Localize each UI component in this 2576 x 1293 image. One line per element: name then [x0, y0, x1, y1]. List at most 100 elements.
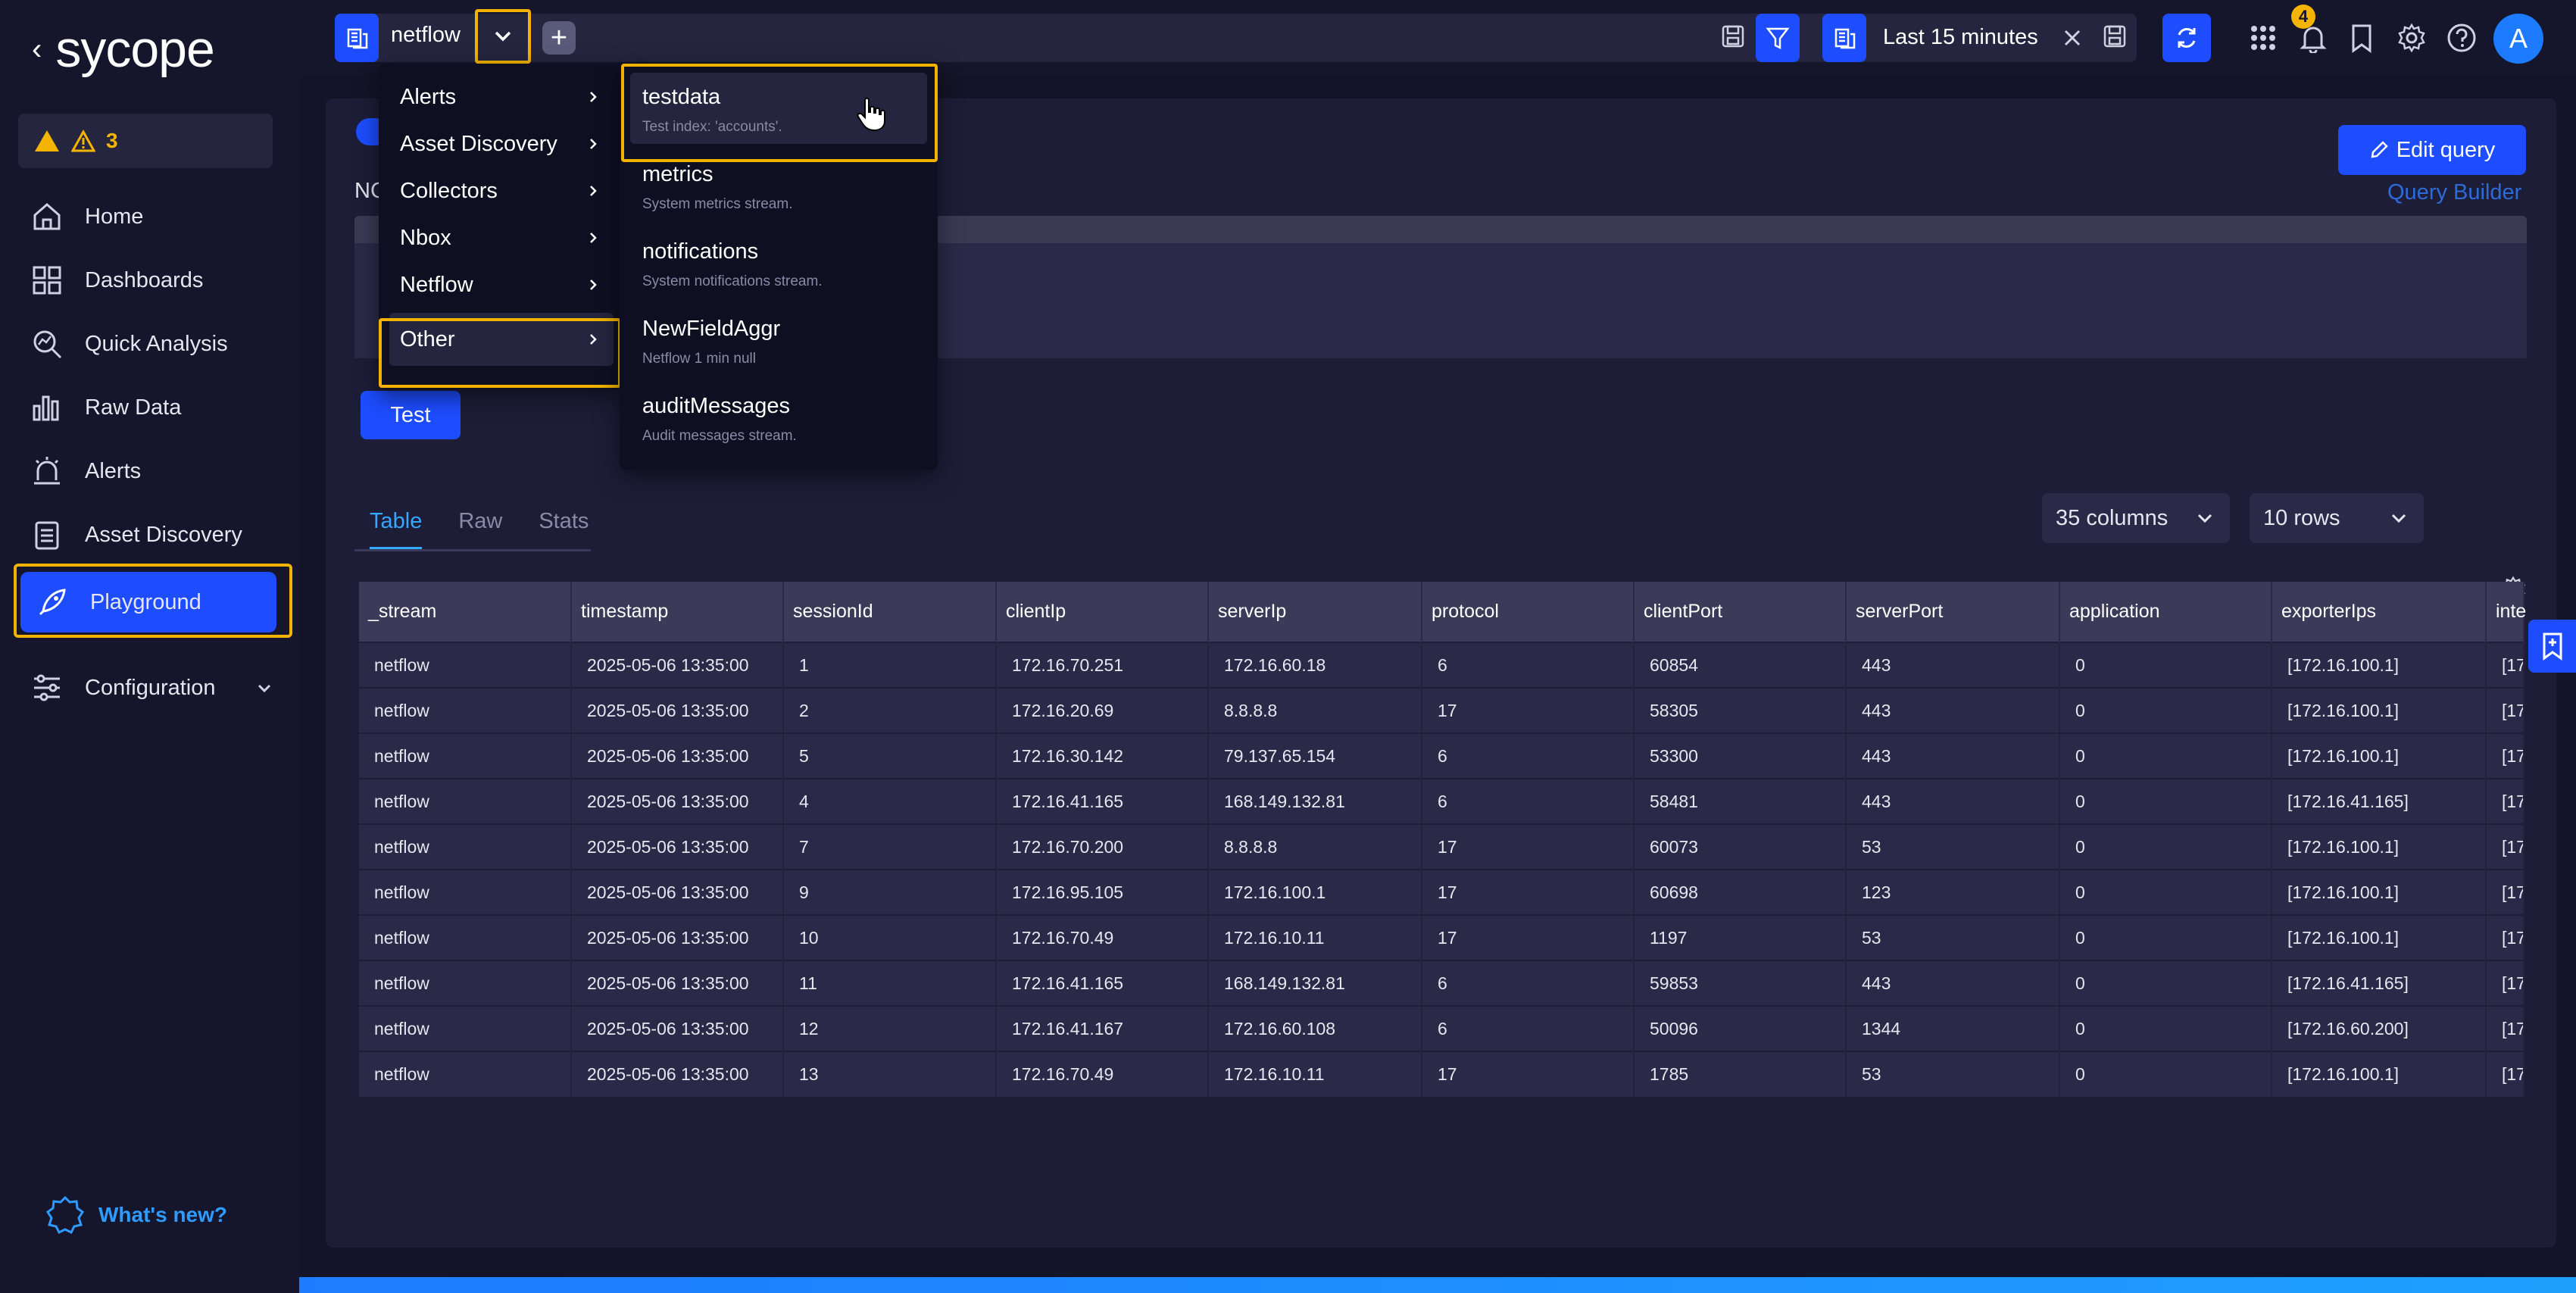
table-row[interactable]: netflow 2025-05-06 13:35:00 10 172.16.70.49…: [359, 914, 2524, 960]
sidebar-item-raw-data[interactable]: Raw Data: [30, 385, 280, 430]
apps-button[interactable]: [2245, 20, 2281, 56]
submenu-item-title: auditMessages: [642, 394, 791, 418]
refresh-button[interactable]: [2162, 14, 2211, 62]
add-stream-button[interactable]: +: [542, 21, 576, 55]
table-header-row: _stream timestamp sessionId clientIp serverI…: [359, 582, 2526, 642]
settings-button[interactable]: [2393, 20, 2430, 56]
column-header[interactable]: sessionId: [783, 582, 997, 642]
submenu-item-newfieldaggr[interactable]: NewFieldAggr Netflow 1 min null: [630, 305, 927, 376]
column-header[interactable]: clientIp: [996, 582, 1209, 642]
test-button[interactable]: Test: [361, 391, 461, 439]
table-cell: [172: [2486, 642, 2524, 688]
save-time-button[interactable]: [2097, 18, 2133, 55]
column-header[interactable]: protocol: [1422, 582, 1635, 642]
clear-time-button[interactable]: [2054, 20, 2090, 56]
sliders-icon: [34, 674, 60, 701]
column-header[interactable]: inte: [2486, 582, 2526, 642]
query-builder-link[interactable]: Query Builder: [2387, 180, 2521, 205]
menu-item-nbox[interactable]: Nbox: [389, 215, 614, 261]
table-cell: 172.16.70.49: [996, 1051, 1209, 1097]
table-cell: 2025-05-06 13:35:00: [571, 687, 784, 733]
table-body: netflow 2025-05-06 13:35:00 1 172.16.70.251…: [359, 642, 2524, 1097]
alert-count-badge[interactable]: 3: [18, 114, 273, 168]
column-header[interactable]: serverIp: [1208, 582, 1422, 642]
chevron-right-icon: [590, 186, 597, 196]
table-row[interactable]: netflow 2025-05-06 13:35:00 13 172.16.70.49…: [359, 1051, 2524, 1097]
table-row[interactable]: netflow 2025-05-06 13:35:00 9 172.16.95.105…: [359, 869, 2524, 915]
table-cell: 8.8.8.8: [1208, 823, 1422, 870]
table-cell: 59853: [1634, 960, 1847, 1006]
table-cell: 172.16.60.108: [1208, 1005, 1422, 1051]
column-header[interactable]: exporterIps: [2272, 582, 2487, 642]
sidebar-item-configuration[interactable]: Configuration: [30, 665, 273, 711]
table-cell: 58481: [1634, 778, 1847, 824]
menu-item-label: Netflow: [400, 272, 473, 297]
tab-stats[interactable]: Stats: [539, 509, 589, 549]
time-range-icon-button[interactable]: [1822, 14, 1866, 62]
submenu-item-notifications[interactable]: notifications System notifications stream…: [630, 227, 927, 298]
menu-item-alerts[interactable]: Alerts: [389, 74, 614, 120]
column-header[interactable]: clientPort: [1634, 582, 1847, 642]
submenu-item-auditmessages[interactable]: auditMessages Audit messages stream.: [630, 382, 927, 453]
sidebar-item-dashboards[interactable]: Dashboards: [30, 258, 280, 303]
sidebar-item-asset-discovery[interactable]: Asset Discovery: [30, 512, 280, 557]
table-cell: 53300: [1634, 732, 1847, 779]
tab-raw[interactable]: Raw: [458, 509, 502, 549]
bookmarks-button[interactable]: [2343, 20, 2380, 56]
table-cell: 172.16.10.11: [1208, 914, 1422, 960]
column-header[interactable]: _stream: [359, 582, 572, 642]
stream-name[interactable]: netflow: [391, 23, 461, 48]
back-chevron-icon[interactable]: ‹: [32, 33, 42, 67]
tab-table[interactable]: Table: [370, 509, 423, 549]
bookmark-add-icon: [2543, 632, 2562, 661]
chevron-right-icon: [590, 92, 597, 102]
quick-analysis-icon: [33, 330, 62, 359]
table-cell: 2025-05-06 13:35:00: [571, 642, 784, 688]
whats-new-link[interactable]: What's new?: [45, 1195, 227, 1235]
stream-dropdown-toggle[interactable]: [475, 9, 531, 64]
menu-item-collectors[interactable]: Collectors: [389, 168, 614, 214]
time-range-label[interactable]: Last 15 minutes: [1883, 25, 2038, 50]
table-cell: [172: [2486, 823, 2524, 870]
table-cell: 79.137.65.154: [1208, 732, 1422, 779]
help-button[interactable]: [2443, 20, 2480, 56]
table-cell: 17: [1422, 823, 1635, 870]
save-query-button[interactable]: [1715, 18, 1751, 55]
table-row[interactable]: netflow 2025-05-06 13:35:00 5 172.16.30.142…: [359, 732, 2524, 779]
table-cell: netflow: [359, 778, 572, 824]
table-cell: [172: [2486, 778, 2524, 824]
table-cell: 2025-05-06 13:35:00: [571, 960, 784, 1006]
column-header[interactable]: serverPort: [1846, 582, 2060, 642]
menu-item-netflow[interactable]: Netflow: [389, 262, 614, 308]
table-row[interactable]: netflow 2025-05-06 13:35:00 11 172.16.41.16…: [359, 960, 2524, 1006]
table-row[interactable]: netflow 2025-05-06 13:35:00 1 172.16.70.251…: [359, 642, 2524, 688]
rows-select[interactable]: 10 rows: [2250, 493, 2424, 543]
table-cell: netflow: [359, 823, 572, 870]
table-cell: 0: [2059, 687, 2272, 733]
sidebar-item-quick-analysis[interactable]: Quick Analysis: [30, 321, 280, 367]
table-cell: [172.16.100.1]: [2272, 732, 2487, 779]
table-cell: 53: [1846, 914, 2060, 960]
table-row[interactable]: netflow 2025-05-06 13:35:00 7 172.16.70.200…: [359, 823, 2524, 870]
column-header[interactable]: application: [2059, 582, 2272, 642]
logo[interactable]: ‹ sycope: [32, 20, 215, 78]
columns-select[interactable]: 35 columns: [2042, 493, 2230, 543]
result-tabs: Table Raw Stats: [354, 509, 591, 551]
table-cell: [172.16.41.165]: [2272, 778, 2487, 824]
menu-item-asset-discovery[interactable]: Asset Discovery: [389, 121, 614, 167]
table-cell: 6: [1422, 778, 1635, 824]
table-row[interactable]: netflow 2025-05-06 13:35:00 2 172.16.20.69 8…: [359, 687, 2524, 733]
table-row[interactable]: netflow 2025-05-06 13:35:00 12 172.16.41.16…: [359, 1005, 2524, 1051]
sidebar-item-alerts[interactable]: Alerts: [30, 448, 280, 494]
sidebar-item-home[interactable]: Home: [30, 194, 280, 239]
alarm-icon: [34, 457, 60, 485]
table-cell: 1: [783, 642, 997, 688]
edit-query-button[interactable]: Edit query: [2338, 125, 2526, 175]
table-row[interactable]: netflow 2025-05-06 13:35:00 4 172.16.41.165…: [359, 778, 2524, 824]
home-icon: [33, 203, 61, 230]
side-panel-toggle[interactable]: [2528, 620, 2576, 673]
filter-button[interactable]: [1756, 14, 1800, 62]
column-header[interactable]: timestamp: [571, 582, 784, 642]
avatar[interactable]: A: [2493, 14, 2543, 64]
stream-icon-button[interactable]: [335, 14, 379, 62]
